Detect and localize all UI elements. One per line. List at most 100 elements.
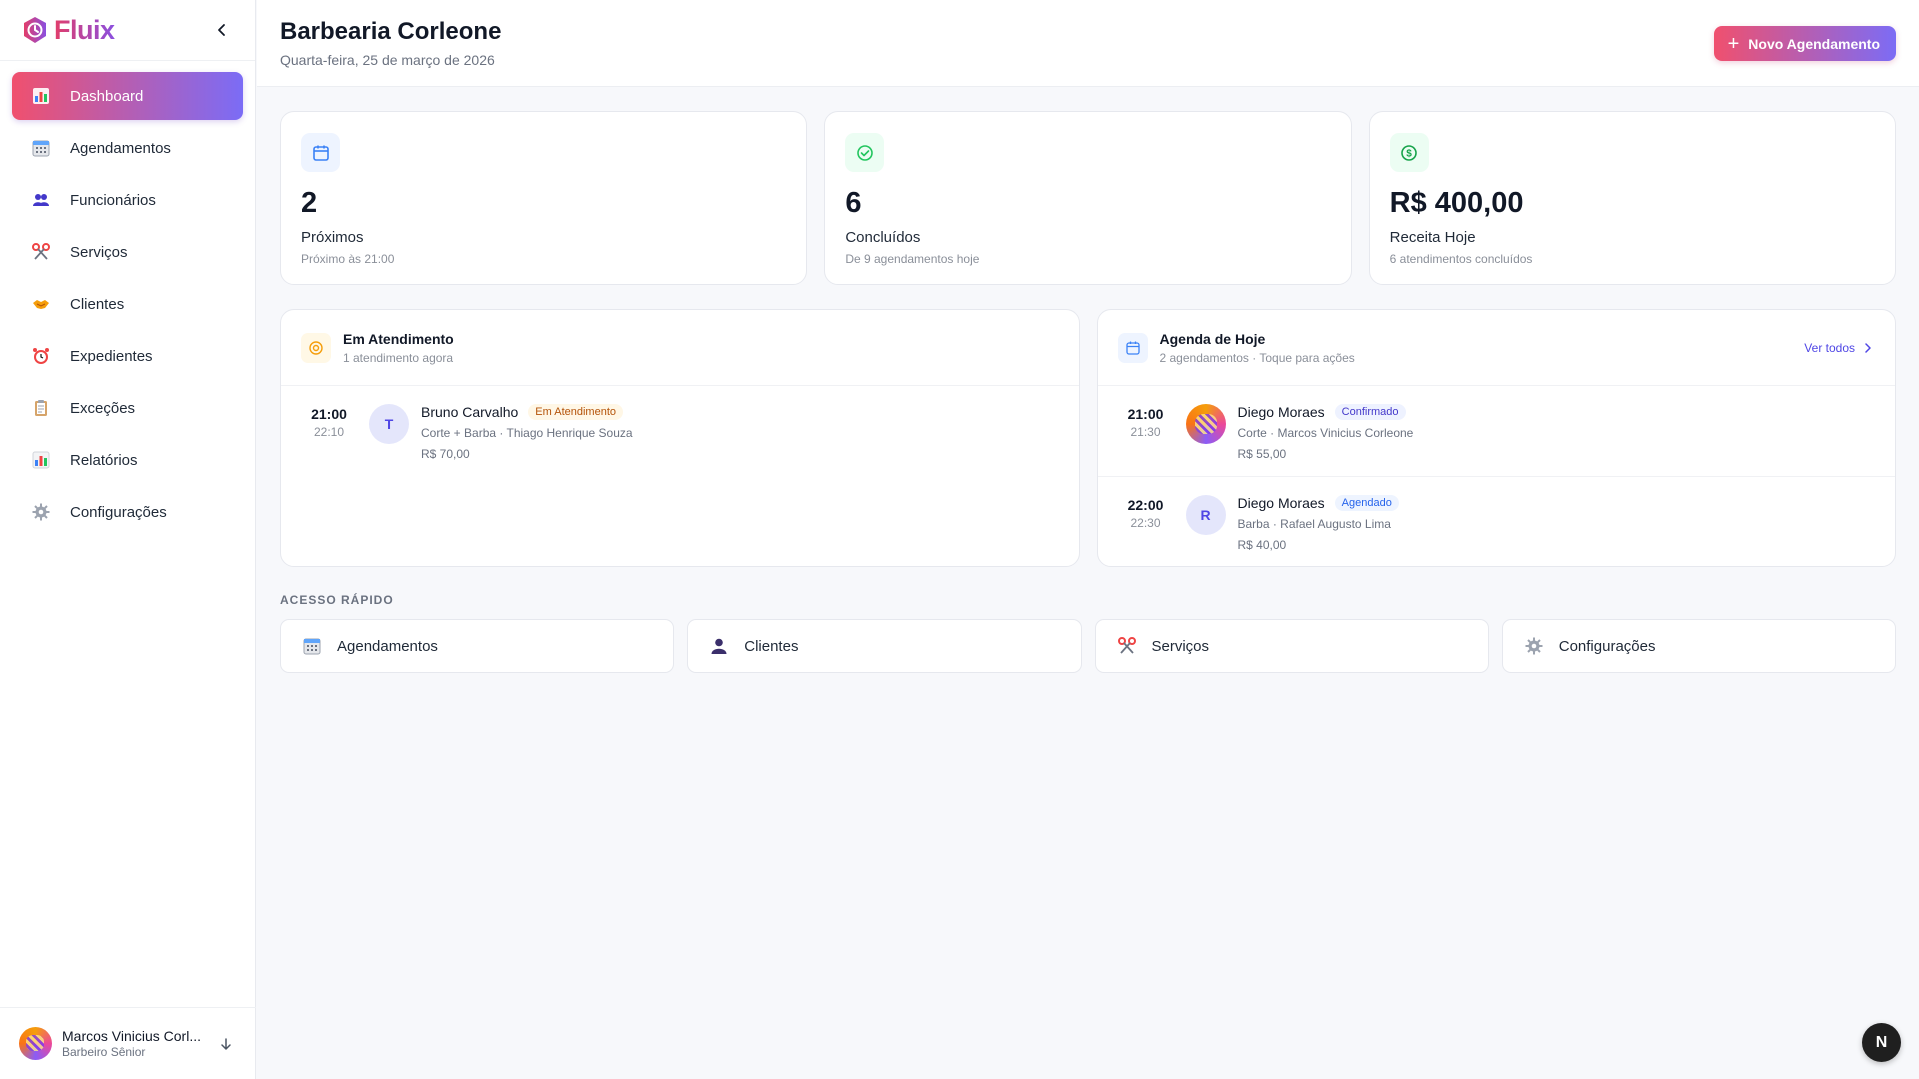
sidebar-nav: Dashboard Agendamentos Funcionários Serv… bbox=[0, 61, 255, 551]
sidebar-item-configuracoes[interactable]: Configurações bbox=[12, 488, 243, 536]
start-time: 21:00 bbox=[1127, 406, 1164, 422]
panel-subtitle: 2 agendamentos · Toque para ações bbox=[1159, 350, 1355, 365]
bar-chart-icon bbox=[30, 449, 52, 471]
client-name: Bruno Carvalho bbox=[421, 404, 519, 420]
user-name: Marcos Vinicius Corl... bbox=[62, 1028, 202, 1044]
chevron-right-icon bbox=[1865, 343, 1871, 353]
plus-icon: + bbox=[1727, 32, 1740, 55]
check-circle-icon bbox=[845, 133, 885, 172]
handshake-icon bbox=[30, 293, 52, 315]
start-time: 21:00 bbox=[311, 406, 347, 422]
user-profile[interactable]: Marcos Vinicius Corl... Barbeiro Sênior bbox=[0, 1007, 256, 1079]
dev-tools-badge[interactable]: N bbox=[1862, 1023, 1901, 1062]
stat-label: Receita Hoje bbox=[1389, 228, 1476, 246]
stat-label: Próximos bbox=[301, 228, 364, 246]
sidebar-item-label: Agendamentos bbox=[70, 139, 171, 157]
calendar-icon bbox=[301, 635, 323, 657]
new-appointment-button[interactable]: + Novo Agendamento bbox=[1713, 26, 1896, 61]
appointment-price: R$ 40,00 bbox=[1237, 538, 1287, 552]
user-role: Barbeiro Sênior bbox=[62, 1045, 146, 1059]
see-all-link[interactable]: Ver todos bbox=[1804, 341, 1873, 355]
brand: Fluix bbox=[0, 0, 255, 61]
people-icon bbox=[30, 189, 52, 211]
sidebar-item-dashboard[interactable]: Dashboard bbox=[12, 72, 243, 120]
dollar-icon: $ bbox=[1389, 133, 1429, 172]
stat-value: 6 bbox=[845, 187, 862, 219]
quick-access-servicos[interactable]: Serviços bbox=[1094, 619, 1489, 673]
avatar bbox=[19, 1027, 52, 1060]
quick-access-title: ACESSO RÁPIDO bbox=[280, 593, 394, 607]
sidebar-item-label: Serviços bbox=[70, 243, 128, 261]
collapse-sidebar-button[interactable] bbox=[209, 17, 235, 43]
appointment-row[interactable]: 21:00 21:30 Diego Moraes Confirmado Cort… bbox=[1098, 386, 1896, 476]
avatar: T bbox=[369, 404, 409, 444]
today-agenda-panel: Agenda de Hoje 2 agendamentos · Toque pa… bbox=[1096, 309, 1896, 567]
stat-sub: De 9 agendamentos hoje bbox=[845, 251, 980, 266]
stats-row: 2 Próximos Próximo às 21:00 6 Concluídos… bbox=[280, 111, 1896, 285]
panel-title: Agenda de Hoje bbox=[1159, 330, 1266, 347]
sidebar-item-relatorios[interactable]: Relatórios bbox=[12, 436, 243, 484]
clipboard-icon bbox=[30, 397, 52, 419]
page-header: Barbearia Corleone Quarta-feira, 25 de m… bbox=[257, 0, 1919, 87]
quick-access-configuracoes[interactable]: Configurações bbox=[1501, 619, 1896, 673]
avatar bbox=[1185, 404, 1226, 444]
appointment-row[interactable]: 21:00 22:10 T Bruno Carvalho Em Atendime… bbox=[281, 386, 1079, 476]
person-icon bbox=[708, 635, 730, 657]
bar-chart-icon bbox=[30, 85, 52, 107]
chevron-left-icon bbox=[218, 24, 225, 36]
stat-sub: Próximo às 21:00 bbox=[301, 251, 395, 266]
sidebar-item-label: Exceções bbox=[70, 399, 136, 417]
user-menu-button[interactable] bbox=[216, 1034, 236, 1054]
sidebar-item-expedientes[interactable]: Expedientes bbox=[12, 332, 243, 380]
sidebar-item-label: Expedientes bbox=[70, 347, 153, 365]
stat-sub: 6 atendimentos concluídos bbox=[1389, 251, 1533, 266]
quick-access-agendamentos[interactable]: Agendamentos bbox=[280, 619, 675, 673]
appointment-price: R$ 55,00 bbox=[1237, 447, 1287, 461]
quick-access-label: Clientes bbox=[744, 637, 799, 655]
sidebar-item-label: Clientes bbox=[70, 295, 125, 313]
scissors-icon bbox=[1116, 635, 1138, 657]
arrow-down-icon bbox=[221, 1038, 231, 1050]
gear-icon bbox=[1523, 635, 1545, 657]
sidebar-item-label: Configurações bbox=[70, 503, 167, 521]
sidebar-item-label: Funcionários bbox=[70, 191, 156, 209]
avatar: R bbox=[1185, 495, 1226, 535]
status-badge: Agendado bbox=[1334, 495, 1399, 511]
start-time: 22:00 bbox=[1127, 497, 1164, 513]
sidebar-item-excecoes[interactable]: Exceções bbox=[12, 384, 243, 432]
sidebar-item-label: Relatórios bbox=[70, 451, 138, 469]
quick-access-clientes[interactable]: Clientes bbox=[687, 619, 1082, 673]
in-service-panel: Em Atendimento 1 atendimento agora 21:00… bbox=[280, 309, 1080, 567]
sidebar-item-agendamentos[interactable]: Agendamentos bbox=[12, 124, 243, 172]
calendar-icon bbox=[30, 137, 52, 159]
quick-access-row: Agendamentos Clientes Serviços Configura… bbox=[280, 619, 1896, 673]
svg-text:$: $ bbox=[1406, 148, 1412, 159]
stat-card-upcoming: 2 Próximos Próximo às 21:00 bbox=[280, 111, 808, 285]
scissors-icon bbox=[30, 241, 52, 263]
sidebar-item-servicos[interactable]: Serviços bbox=[12, 228, 243, 276]
calendar-icon bbox=[1117, 332, 1148, 363]
alarm-clock-icon bbox=[30, 345, 52, 367]
status-badge: Confirmado bbox=[1334, 404, 1406, 420]
brand-name: Fluix bbox=[54, 14, 115, 45]
quick-access-label: Serviços bbox=[1151, 637, 1210, 655]
appointment-row[interactable]: 22:00 22:30 R Diego Moraes Agendado Barb… bbox=[1097, 476, 1895, 566]
sidebar-item-funcionarios[interactable]: Funcionários bbox=[12, 176, 243, 224]
end-time: 22:10 bbox=[313, 425, 345, 439]
status-badge: Em Atendimento bbox=[528, 404, 623, 420]
appointment-detail: Corte · Marcos Vinicius Corleone bbox=[1237, 426, 1414, 440]
stat-value: 2 bbox=[301, 187, 318, 219]
stat-label: Concluídos bbox=[845, 228, 921, 246]
stat-card-completed: 6 Concluídos De 9 agendamentos hoje bbox=[824, 111, 1352, 285]
client-name: Diego Moraes bbox=[1237, 495, 1325, 511]
panel-title: Em Atendimento bbox=[343, 330, 454, 347]
quick-access-label: Configurações bbox=[1558, 637, 1656, 655]
gear-icon bbox=[30, 501, 52, 523]
page-date: Quarta-feira, 25 de março de 2026 bbox=[280, 52, 495, 68]
sidebar-item-clientes[interactable]: Clientes bbox=[12, 280, 243, 328]
page-title: Barbearia Corleone bbox=[280, 18, 502, 45]
clock-shield-icon bbox=[18, 13, 52, 47]
appointment-detail: Barba · Rafael Augusto Lima bbox=[1237, 517, 1391, 531]
stat-value: R$ 400,00 bbox=[1389, 187, 1524, 219]
appointment-detail: Corte + Barba · Thiago Henrique Souza bbox=[421, 426, 633, 440]
